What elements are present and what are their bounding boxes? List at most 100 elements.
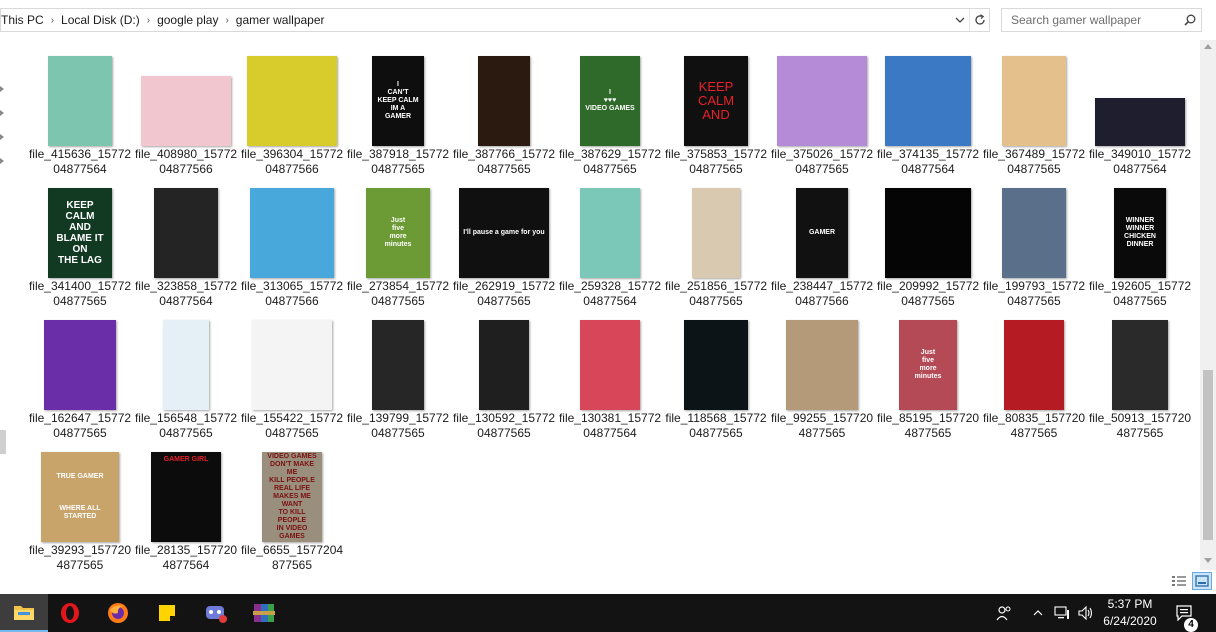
file-item[interactable]: I'll pause a game for you file_262919_157… bbox=[453, 178, 555, 308]
search-box[interactable] bbox=[1001, 8, 1202, 32]
file-item[interactable]: file_349010_15772 04877564 bbox=[1089, 46, 1191, 176]
file-name-line: file_50913_157720 bbox=[1088, 411, 1192, 425]
file-item[interactable]: file_367489_15772 04877565 bbox=[983, 46, 1085, 176]
file-name-line: file_192605_15772 bbox=[1088, 279, 1192, 293]
file-name-line: file_251856_15772 bbox=[664, 279, 768, 293]
tray-people[interactable] bbox=[992, 594, 1016, 632]
tray-network[interactable] bbox=[1052, 594, 1072, 632]
file-item[interactable]: WINNER WINNER CHICKEN DINNER file_192605_… bbox=[1089, 178, 1191, 308]
firefox-icon bbox=[108, 603, 128, 623]
file-item[interactable]: file_162647_15772 04877565 bbox=[29, 310, 131, 440]
file-item[interactable]: file_118568_15772 04877565 bbox=[665, 310, 767, 440]
file-item[interactable]: file_396304_15772 04877566 bbox=[241, 46, 343, 176]
file-name-line: 04877565 bbox=[583, 162, 637, 176]
file-item[interactable]: file_408980_15772 04877566 bbox=[135, 46, 237, 176]
file-name-line: file_415636_15772 bbox=[28, 147, 132, 161]
nav-expand-arrow-icon[interactable] bbox=[0, 134, 4, 140]
breadcrumb-this-pc[interactable]: This PC bbox=[1, 13, 50, 27]
file-thumbnail bbox=[141, 76, 231, 146]
thumbnail-text: I'll pause a game for you bbox=[463, 229, 545, 236]
details-view-button[interactable] bbox=[1170, 573, 1188, 589]
taskbar-firefox[interactable] bbox=[94, 594, 142, 632]
file-item[interactable]: file_156548_15772 04877565 bbox=[135, 310, 237, 440]
file-item[interactable]: file_130592_15772 04877565 bbox=[453, 310, 555, 440]
file-item[interactable]: file_375026_15772 04877565 bbox=[771, 46, 873, 176]
vertical-scrollbar[interactable] bbox=[1200, 40, 1216, 570]
file-item[interactable]: file_387766_15772 04877565 bbox=[453, 46, 555, 176]
file-item[interactable]: TRUE GAMER WHERE ALL STARTED file_39293_1… bbox=[29, 442, 131, 572]
scroll-up-arrow-icon[interactable] bbox=[1204, 44, 1212, 49]
nav-expand-arrow-icon[interactable] bbox=[0, 86, 4, 92]
nav-selected-item[interactable] bbox=[0, 430, 6, 454]
file-item[interactable]: file_80835_157720 4877565 bbox=[983, 310, 1085, 440]
file-name-label: file_341400_15772 04877565 bbox=[26, 279, 134, 309]
file-item[interactable]: file_259328_15772 04877564 bbox=[559, 178, 661, 308]
taskbar-file-explorer[interactable] bbox=[0, 594, 48, 632]
file-item[interactable]: file_155422_15772 04877565 bbox=[241, 310, 343, 440]
clock-time: 5:37 PM bbox=[1107, 597, 1153, 611]
nav-expand-arrow-icon[interactable] bbox=[0, 110, 4, 116]
file-name-label: file_387629_15772 04877565 bbox=[556, 147, 664, 177]
file-item[interactable]: I ♥♥♥ VIDEO GAMES file_387629_15772 048775… bbox=[559, 46, 661, 176]
file-name-label: file_262919_15772 04877565 bbox=[450, 279, 558, 309]
file-item[interactable]: KEEP CALM AND file_375853_15772 04877565 bbox=[665, 46, 767, 176]
file-thumbnail-wrapper bbox=[666, 178, 766, 278]
search-input[interactable] bbox=[1002, 9, 1179, 31]
taskbar-game-app[interactable] bbox=[192, 594, 240, 632]
search-icon[interactable] bbox=[1179, 9, 1201, 31]
file-item[interactable]: file_199793_15772 04877565 bbox=[983, 178, 1085, 308]
file-item[interactable]: file_130381_15772 04877564 bbox=[559, 310, 661, 440]
file-name-label: file_209992_15772 04877565 bbox=[874, 279, 982, 309]
file-thumbnail: TRUE GAMER WHERE ALL STARTED bbox=[41, 452, 119, 542]
address-bar[interactable]: This PC › Local Disk (D:) › google play … bbox=[0, 8, 990, 32]
details-view-icon bbox=[1172, 576, 1186, 586]
nav-expand-arrow-icon[interactable] bbox=[0, 158, 4, 164]
large-icons-view-button[interactable] bbox=[1192, 572, 1212, 590]
sticky-notes-icon bbox=[159, 605, 175, 621]
tray-show-hidden-icons[interactable] bbox=[1030, 594, 1046, 632]
taskbar-sticky-notes[interactable] bbox=[143, 594, 191, 632]
file-item[interactable]: GAMER GIRL file_28135_157720 4877564 bbox=[135, 442, 237, 572]
file-name-label: file_259328_15772 04877564 bbox=[556, 279, 664, 309]
file-item[interactable]: file_323858_15772 04877564 bbox=[135, 178, 237, 308]
file-thumbnail bbox=[478, 56, 530, 146]
scroll-down-arrow-icon[interactable] bbox=[1204, 558, 1212, 563]
thumbnail-text: WINNER WINNER CHICKEN DINNER bbox=[1124, 217, 1156, 248]
taskbar-clock[interactable]: 5:37 PM 6/24/2020 bbox=[1092, 596, 1168, 630]
breadcrumb-gamer-wallpaper[interactable]: gamer wallpaper bbox=[230, 13, 331, 27]
notification-count-badge: 4 bbox=[1184, 618, 1198, 632]
file-item[interactable]: file_251856_15772 04877565 bbox=[665, 178, 767, 308]
file-item[interactable]: file_415636_15772 04877564 bbox=[29, 46, 131, 176]
file-name-line: file_6655_1577204 bbox=[240, 543, 344, 557]
file-item[interactable]: VIDEO GAMES DON'T MAKE ME KILL PEOPLE RE… bbox=[241, 442, 343, 572]
file-thumbnail bbox=[786, 320, 858, 410]
file-name-line: file_374135_15772 bbox=[876, 147, 980, 161]
file-item[interactable]: Just five more minutes file_273854_15772 0… bbox=[347, 178, 449, 308]
file-thumbnail-wrapper bbox=[560, 310, 660, 410]
refresh-button[interactable] bbox=[969, 9, 989, 31]
file-item[interactable]: Just five more minutes file_85195_157720 4… bbox=[877, 310, 979, 440]
file-item[interactable]: I CAN'T KEEP CALM IM A GAMER file_387918_… bbox=[347, 46, 449, 176]
file-item[interactable]: file_313065_15772 04877566 bbox=[241, 178, 343, 308]
file-thumbnail: I CAN'T KEEP CALM IM A GAMER bbox=[372, 56, 424, 146]
breadcrumb-local-disk[interactable]: Local Disk (D:) bbox=[55, 13, 146, 27]
taskbar-winrar[interactable] bbox=[240, 594, 288, 632]
network-icon bbox=[1054, 606, 1069, 619]
file-item[interactable]: file_374135_15772 04877564 bbox=[877, 46, 979, 176]
file-item[interactable]: file_209992_15772 04877565 bbox=[877, 178, 979, 308]
file-item[interactable]: GAMER file_238447_15772 04877566 bbox=[771, 178, 873, 308]
file-name-label: file_238447_15772 04877566 bbox=[768, 279, 876, 309]
breadcrumb-google-play[interactable]: google play bbox=[151, 13, 224, 27]
file-item[interactable]: file_99255_157720 4877565 bbox=[771, 310, 873, 440]
file-item[interactable]: file_50913_157720 4877565 bbox=[1089, 310, 1191, 440]
folder-icon bbox=[14, 606, 34, 620]
file-thumbnail-wrapper bbox=[242, 178, 342, 278]
scrollbar-thumb[interactable] bbox=[1203, 370, 1213, 540]
address-dropdown-button[interactable] bbox=[951, 9, 969, 31]
file-name-line: file_349010_15772 bbox=[1088, 147, 1192, 161]
taskbar-opera[interactable] bbox=[46, 594, 94, 632]
file-item[interactable]: KEEP CALM AND BLAME IT ON THE LAG file_34… bbox=[29, 178, 131, 308]
opera-icon bbox=[61, 603, 79, 623]
taskbar: 5:37 PM 6/24/2020 bbox=[0, 594, 1216, 632]
file-item[interactable]: file_139799_15772 04877565 bbox=[347, 310, 449, 440]
